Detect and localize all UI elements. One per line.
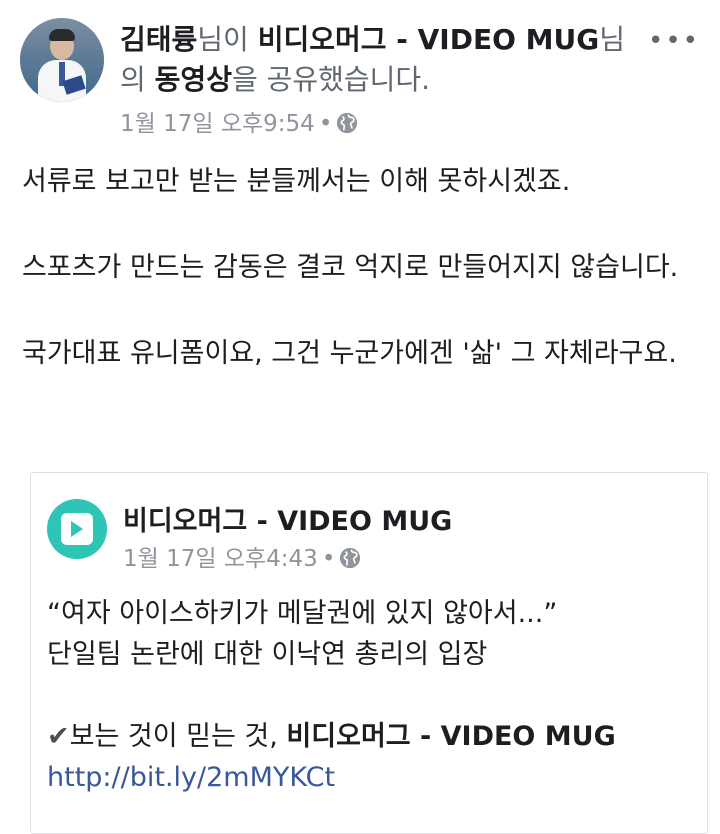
post-paragraph: 서류로 보고만 받는 분들께서는 이해 못하시겠죠. [22, 166, 571, 197]
shared-post-card[interactable]: 비디오머그 - VIDEO MUG 1월 17일 오후4:43 • “여자 아이스… [30, 472, 708, 834]
shared-body: “여자 아이스하키가 메달권에 있지 않아서...” 단일팀 논란에 대한 이낙… [47, 593, 697, 798]
post-title: 김태륭님이 비디오머그 - VIDEO MUG님의 동영상을 공유했습니다. [120, 20, 640, 100]
separator-dot: • [321, 546, 336, 572]
play-icon [71, 521, 83, 537]
verb-text: 님이 [197, 23, 258, 56]
tagline-text: 보는 것이 믿는 것, [69, 721, 287, 752]
post-timestamp[interactable]: 1월 17일 오후9:54 [120, 111, 315, 137]
shared-timestamp[interactable]: 1월 17일 오후4:43 [123, 546, 318, 572]
page-avatar[interactable] [47, 499, 107, 559]
shared-page-name[interactable]: 비디오머그 - VIDEO MUG [123, 499, 452, 538]
post-paragraph: 국가대표 유니폼이요, 그건 누군가에겐 '삶' 그 자체라구요. [22, 338, 677, 369]
shared-meta: 1월 17일 오후4:43 • [123, 539, 361, 573]
tagline-bold: 비디오머그 - VIDEO MUG [286, 721, 616, 752]
tagline: ✔보는 것이 믿는 것, 비디오머그 - VIDEO MUG [47, 716, 697, 757]
short-link[interactable]: http://bit.ly/2mMYKCt [47, 762, 335, 793]
checkmark-icon: ✔ [47, 721, 70, 752]
shared-line: 단일팀 논란에 대한 이낙연 총리의 입장 [47, 639, 488, 670]
more-icon[interactable]: ••• [648, 26, 700, 56]
shared-line: “여자 아이스하키가 메달권에 있지 않아서...” [47, 598, 558, 629]
post-header: 김태륭님이 비디오머그 - VIDEO MUG님의 동영상을 공유했습니다. 1… [20, 18, 700, 138]
verb-text: 을 공유했습니다. [231, 63, 431, 96]
post-meta: 1월 17일 오후9:54 • [120, 104, 358, 138]
separator-dot: • [318, 111, 333, 137]
globe-icon[interactable] [336, 112, 358, 134]
post-paragraph: 스포츠가 만드는 감동은 결코 억지로 만들어지지 않습니다. [22, 252, 679, 283]
post-body: 서류로 보고만 받는 분들께서는 이해 못하시겠죠. 스포츠가 만드는 감동은 … [22, 160, 682, 418]
page-name-link[interactable]: 비디오머그 - VIDEO MUG [258, 23, 600, 56]
author-name-link[interactable]: 김태륭 [120, 23, 197, 56]
author-avatar[interactable] [20, 18, 104, 102]
video-link[interactable]: 동영상 [155, 63, 232, 96]
globe-icon[interactable] [339, 547, 361, 569]
